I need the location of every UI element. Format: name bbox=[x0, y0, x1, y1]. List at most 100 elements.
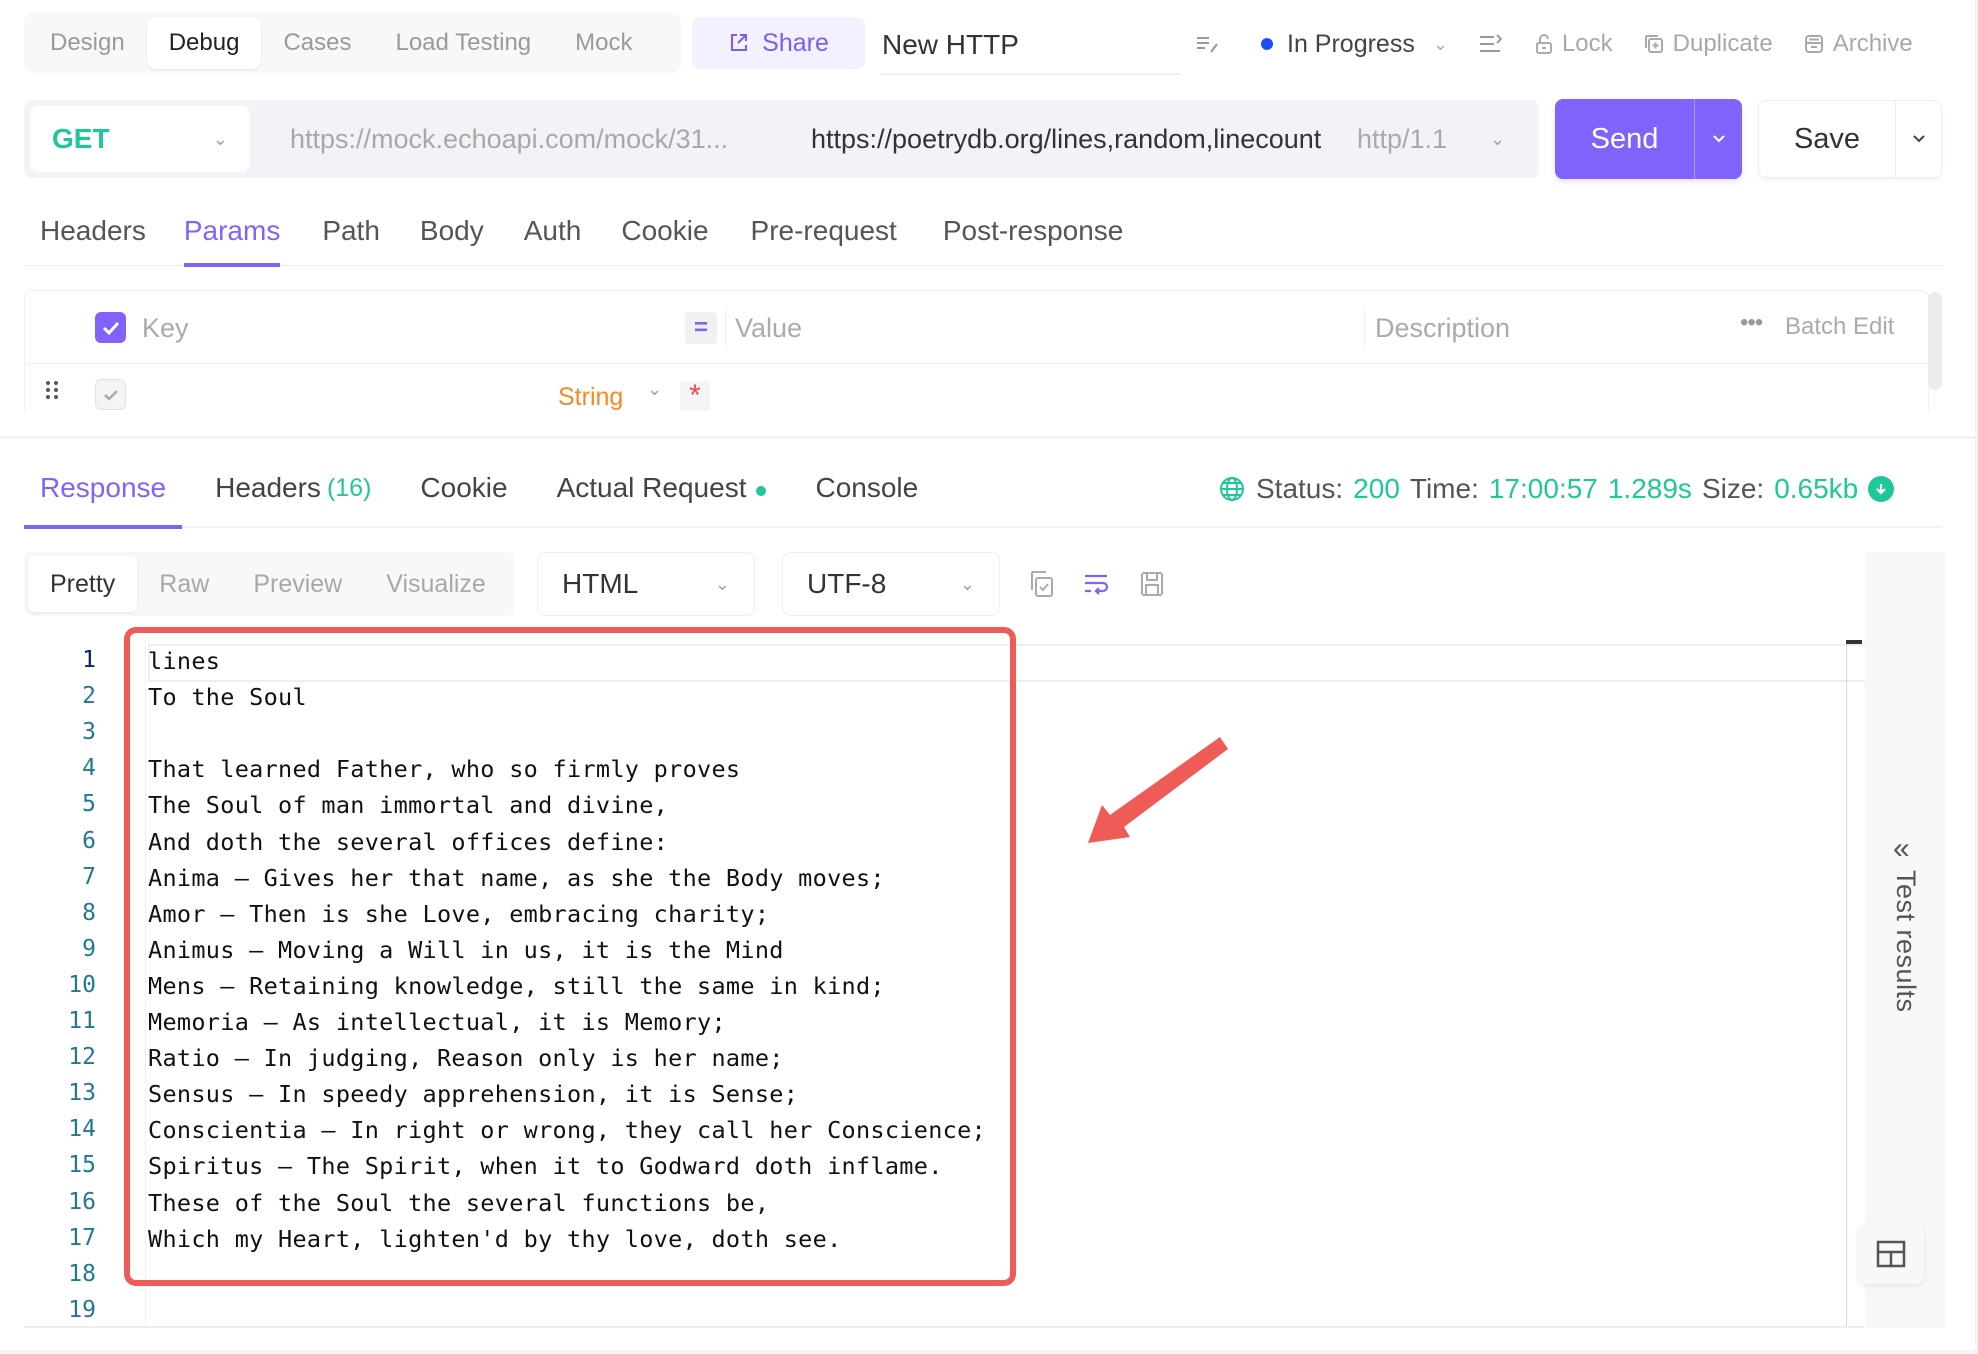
download-icon[interactable] bbox=[1868, 476, 1895, 502]
lock-icon bbox=[1535, 34, 1552, 54]
tab-body[interactable]: Body bbox=[404, 196, 500, 266]
chevron-down-icon: ⌄ bbox=[1490, 128, 1506, 149]
expand-button[interactable] bbox=[1478, 32, 1504, 56]
params-row: String ⌄ * bbox=[25, 365, 1928, 412]
view-visualize[interactable]: Visualize bbox=[364, 556, 508, 612]
format-select[interactable]: HTML ⌄ bbox=[537, 552, 755, 616]
edit-description-button[interactable] bbox=[1195, 33, 1221, 55]
response-status: Status: 200 Time: 17:00:57 1.289s Size: … bbox=[1218, 450, 1895, 528]
drag-handle-icon[interactable] bbox=[45, 379, 59, 406]
tab-path[interactable]: Path bbox=[306, 196, 396, 266]
column-separator bbox=[725, 309, 726, 347]
send-button: Send bbox=[1555, 99, 1742, 179]
tab-headers[interactable]: Headers bbox=[24, 196, 168, 266]
line-number: 13 bbox=[68, 1080, 96, 1107]
http-version-select[interactable]: http/1.1 bbox=[1357, 100, 1447, 178]
method-select[interactable]: GET ⌄ bbox=[30, 106, 250, 172]
params-header-row: Key = Value Description ••• Batch Edit bbox=[25, 291, 1928, 364]
encoding-select[interactable]: UTF-8 ⌄ bbox=[782, 552, 1000, 616]
duplicate-label: Duplicate bbox=[1672, 30, 1773, 57]
chevron-down-icon: ⌄ bbox=[959, 573, 975, 594]
mock-url-label[interactable]: https://mock.echoapi.com/mock/31... bbox=[290, 100, 728, 178]
test-results-toggle[interactable]: Test results bbox=[1883, 870, 1927, 1050]
status-dropdown[interactable]: In Progress ⌄ bbox=[1261, 30, 1448, 59]
tab-response-cookie[interactable]: Cookie bbox=[404, 449, 523, 527]
view-pretty[interactable]: Pretty bbox=[28, 556, 138, 612]
line-number: 1 bbox=[82, 647, 96, 673]
tab-cookie[interactable]: Cookie bbox=[605, 196, 724, 266]
line-number: 15 bbox=[68, 1152, 96, 1179]
select-all-checkbox[interactable] bbox=[95, 312, 126, 343]
params-table: Key = Value Description ••• Batch Edit S… bbox=[24, 290, 1929, 412]
tab-post-response[interactable]: Post-response bbox=[927, 196, 1140, 266]
tab-mock[interactable]: Mock bbox=[553, 17, 654, 69]
view-mode-tabs: Pretty Raw Preview Visualize bbox=[24, 552, 514, 616]
tab-console-label: Console bbox=[815, 472, 919, 503]
status-dot bbox=[1261, 38, 1273, 50]
editor-overview-ruler bbox=[1846, 640, 1862, 644]
time-label: Time: bbox=[1409, 473, 1479, 504]
send-label[interactable]: Send bbox=[1555, 99, 1695, 179]
indent-icon bbox=[1479, 34, 1503, 52]
tab-console[interactable]: Console bbox=[799, 449, 934, 527]
wrap-lines-button[interactable] bbox=[1080, 566, 1112, 602]
tab-actual-request[interactable]: Actual Request bbox=[541, 449, 783, 527]
line-number: 3 bbox=[82, 719, 96, 746]
line-number: 8 bbox=[82, 899, 96, 926]
tab-load-testing[interactable]: Load Testing bbox=[373, 17, 553, 69]
line-number: 16 bbox=[68, 1188, 96, 1215]
lock-button[interactable]: Lock bbox=[1534, 30, 1613, 58]
response-duration: 1.289s bbox=[1607, 473, 1692, 504]
more-icon[interactable]: ••• bbox=[1740, 309, 1763, 337]
request-tabs: Headers Params Path Body Auth Cookie Pre… bbox=[24, 196, 1942, 267]
tab-debug[interactable]: Debug bbox=[146, 17, 262, 69]
status-code: 200 bbox=[1353, 473, 1400, 504]
required-toggle[interactable]: * bbox=[680, 379, 710, 412]
tab-response-headers[interactable]: Headers (16) bbox=[199, 449, 387, 527]
save-label[interactable]: Save bbox=[1759, 101, 1896, 177]
batch-edit-button[interactable]: Batch Edit bbox=[1785, 313, 1894, 341]
archive-button[interactable]: Archive bbox=[1803, 30, 1913, 58]
layout-toggle-button[interactable] bbox=[1858, 1224, 1924, 1284]
chevron-down-icon: ⌄ bbox=[1432, 33, 1448, 54]
save-button: Save bbox=[1758, 100, 1942, 178]
save-options-button[interactable] bbox=[1896, 134, 1941, 144]
view-preview[interactable]: Preview bbox=[231, 556, 364, 612]
duplicate-button[interactable]: Duplicate bbox=[1643, 30, 1773, 58]
status-dropdown-label: In Progress bbox=[1287, 29, 1415, 58]
encoding-value: UTF-8 bbox=[807, 568, 887, 599]
line-number: 12 bbox=[68, 1044, 96, 1071]
row-checkbox[interactable] bbox=[95, 379, 126, 410]
editor-scrollbar-track[interactable] bbox=[1846, 640, 1847, 1326]
tab-design[interactable]: Design bbox=[28, 17, 147, 69]
annotation-arrow-icon bbox=[1088, 737, 1228, 843]
view-raw[interactable]: Raw bbox=[137, 556, 231, 612]
double-chevron-left-icon[interactable]: « bbox=[1893, 832, 1910, 866]
param-type-select[interactable]: String bbox=[558, 383, 623, 412]
test-results-label: Test results bbox=[1891, 870, 1921, 1013]
share-button[interactable]: Share bbox=[692, 17, 865, 69]
tab-params[interactable]: Params bbox=[168, 196, 296, 267]
mode-tabs: Design Debug Cases Load Testing Mock bbox=[24, 13, 681, 73]
line-number: 14 bbox=[68, 1116, 96, 1143]
size-label: Size: bbox=[1701, 473, 1765, 504]
copy-icon bbox=[1031, 571, 1053, 597]
column-separator bbox=[1364, 309, 1365, 347]
params-scrollbar[interactable] bbox=[1928, 292, 1942, 390]
top-actions: In Progress ⌄ Lock Duplicate Archive bbox=[1195, 20, 1943, 68]
tab-response[interactable]: Response bbox=[24, 449, 183, 529]
copy-button[interactable] bbox=[1026, 566, 1058, 602]
url-input[interactable]: https://poetrydb.org/lines,random,lineco… bbox=[811, 100, 1326, 178]
send-options-button[interactable] bbox=[1695, 134, 1742, 144]
save-response-button[interactable] bbox=[1136, 566, 1168, 602]
request-name-input[interactable]: New HTTP bbox=[880, 17, 1180, 75]
bulk-value-button[interactable]: = bbox=[685, 312, 717, 344]
tab-cases[interactable]: Cases bbox=[261, 17, 373, 69]
tab-response-label: Response bbox=[40, 472, 167, 503]
tab-pre-request[interactable]: Pre-request bbox=[735, 196, 913, 266]
chevron-down-icon bbox=[1912, 135, 1925, 143]
tab-auth[interactable]: Auth bbox=[508, 196, 598, 266]
panel-divider[interactable] bbox=[0, 436, 1978, 439]
chevron-down-icon: ⌄ bbox=[647, 379, 663, 399]
share-label: Share bbox=[762, 28, 829, 57]
